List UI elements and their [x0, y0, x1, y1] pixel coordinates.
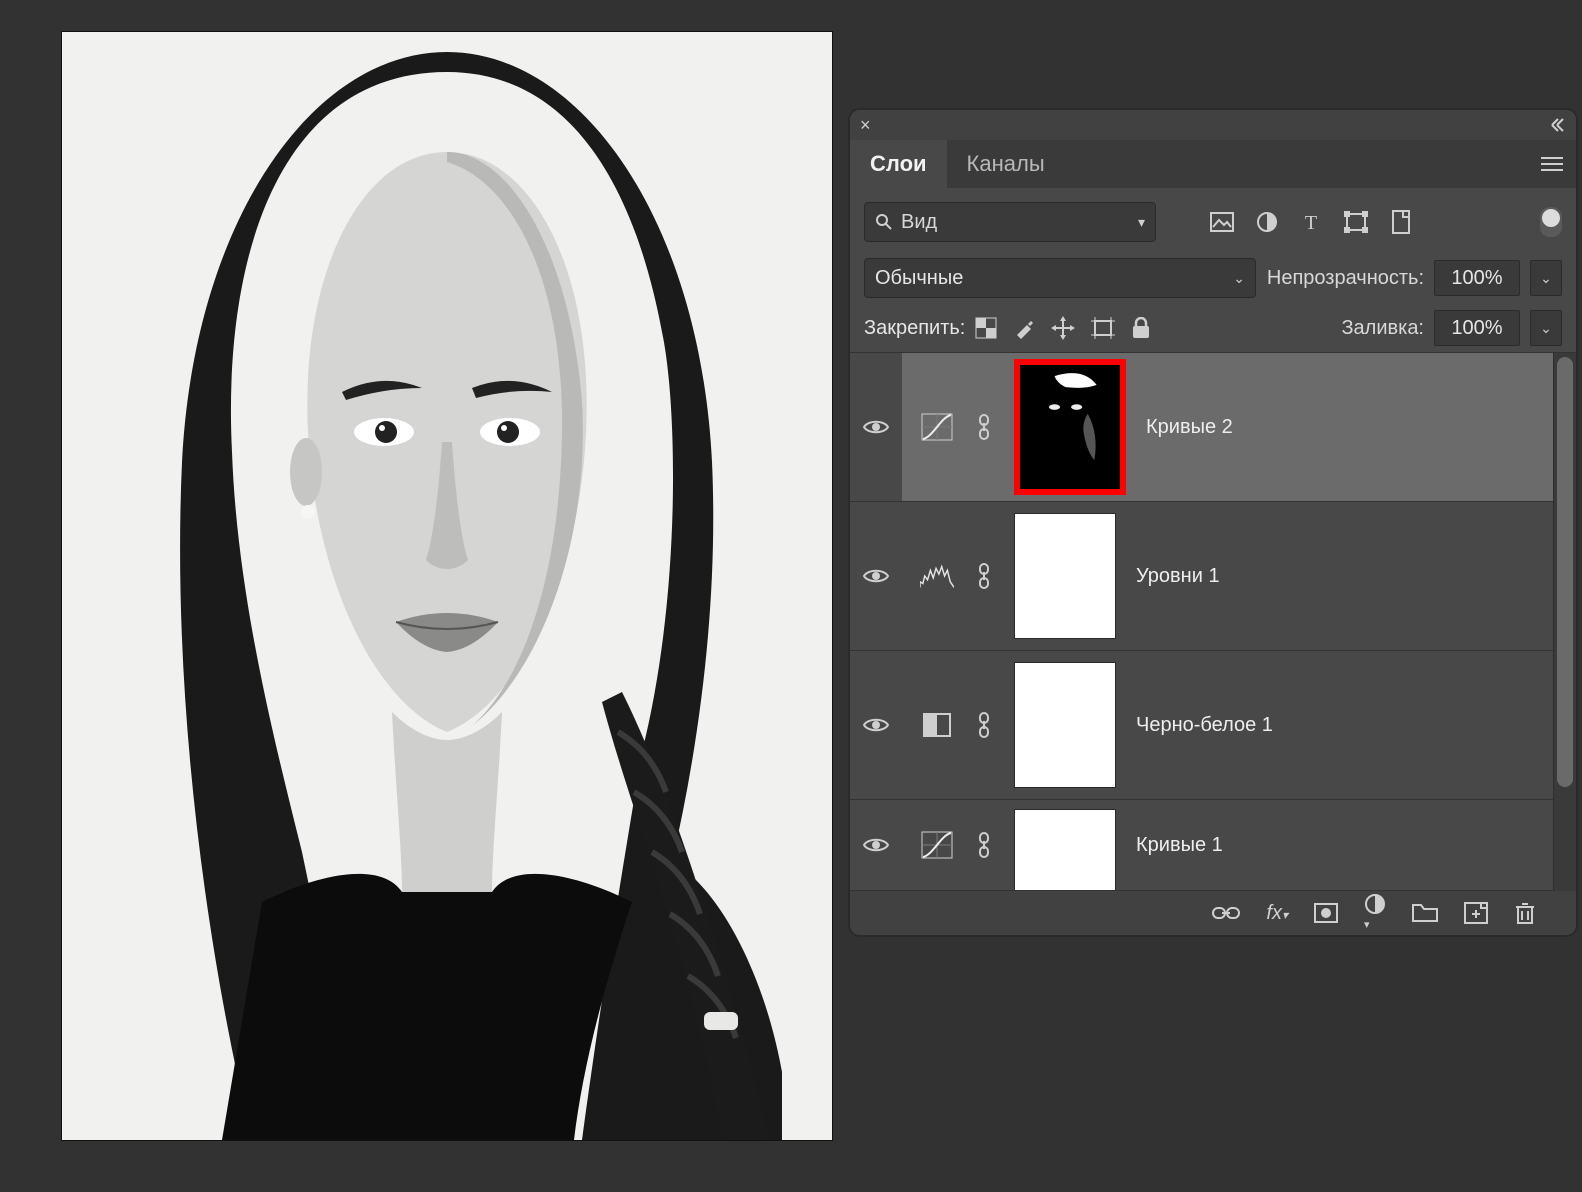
tab-channels-label: Каналы [967, 151, 1045, 177]
filter-smart-icon[interactable] [1390, 210, 1412, 234]
layer-row[interactable]: Кривые 2 [902, 353, 1553, 502]
mask-link-icon[interactable] [974, 414, 994, 440]
new-layer-icon[interactable] [1464, 902, 1488, 924]
visibility-toggle[interactable] [850, 651, 902, 800]
collapse-icon[interactable] [1546, 118, 1566, 132]
fill-value[interactable]: 100% [1434, 310, 1520, 346]
visibility-toggle[interactable] [850, 502, 902, 651]
layers-panel: × Слои Каналы Вид ▾ T Обычные [850, 110, 1576, 935]
filter-shape-icon[interactable] [1344, 211, 1368, 233]
layers-container: Кривые 2 Уровни 1 Че [850, 352, 1576, 891]
blend-mode-value: Обычные [875, 267, 963, 290]
layer-mask-thumb[interactable] [1014, 359, 1126, 495]
new-group-icon[interactable] [1412, 903, 1438, 923]
lock-row: Закрепить: Заливка: 100% ⌄ [850, 304, 1576, 352]
tab-channels[interactable]: Каналы [947, 140, 1065, 188]
layer-row[interactable]: Уровни 1 [902, 502, 1553, 651]
filter-pixel-icon[interactable] [1210, 212, 1234, 232]
mask-link-icon[interactable] [974, 712, 994, 738]
layers-bottom-toolbar: fx▾ ▾ [850, 891, 1576, 935]
curves-adjust-icon[interactable] [920, 413, 954, 441]
layer-row[interactable]: Кривые 1 [902, 800, 1553, 891]
opacity-dropdown[interactable]: ⌄ [1530, 260, 1562, 296]
visibility-column [850, 353, 902, 891]
chevron-down-icon: ⌄ [1233, 270, 1245, 287]
layer-name[interactable]: Кривые 2 [1146, 416, 1233, 439]
tab-layers[interactable]: Слои [850, 140, 947, 188]
layer-row[interactable]: Черно-белое 1 [902, 651, 1553, 800]
tab-layers-label: Слои [870, 151, 927, 177]
lock-pixels-icon[interactable] [1013, 317, 1035, 339]
link-layers-icon[interactable] [1212, 905, 1240, 921]
fill-label: Заливка: [1341, 317, 1424, 340]
panel-tabs: Слои Каналы [850, 140, 1576, 188]
panel-menu-icon[interactable] [1528, 140, 1576, 188]
delete-layer-icon[interactable] [1514, 901, 1536, 925]
layer-kind-select[interactable]: Вид ▾ [864, 202, 1156, 242]
visibility-toggle[interactable] [850, 353, 902, 502]
bw-adjust-icon[interactable] [920, 711, 954, 739]
curves-adjust-icon[interactable] [920, 831, 954, 859]
document-canvas[interactable] [62, 32, 832, 1140]
layer-fx-button[interactable]: fx▾ [1266, 902, 1288, 925]
layer-name[interactable]: Уровни 1 [1136, 565, 1220, 588]
lock-label: Закрепить: [864, 317, 965, 340]
fill-dropdown[interactable]: ⌄ [1530, 310, 1562, 346]
mask-link-icon[interactable] [974, 832, 994, 858]
layer-mask-thumb[interactable] [1014, 662, 1116, 788]
lock-position-icon[interactable] [1051, 316, 1075, 340]
layer-name[interactable]: Черно-белое 1 [1136, 714, 1273, 737]
layer-name[interactable]: Кривые 1 [1136, 834, 1223, 857]
panel-titlebar: × [850, 110, 1576, 140]
chevron-down-icon: ▾ [1138, 214, 1145, 231]
add-mask-icon[interactable] [1314, 903, 1338, 923]
layers-list: Кривые 2 Уровни 1 Че [902, 353, 1553, 891]
layer-filter-row: Вид ▾ T [850, 188, 1576, 252]
new-adjustment-icon[interactable]: ▾ [1364, 893, 1386, 933]
blend-row: Обычные ⌄ Непрозрачность: 100% ⌄ [850, 252, 1576, 304]
layer-kind-label: Вид [901, 211, 937, 234]
scrollbar-thumb[interactable] [1557, 357, 1573, 787]
mask-link-icon[interactable] [974, 563, 994, 589]
blend-mode-select[interactable]: Обычные ⌄ [864, 258, 1256, 298]
svg-text:T: T [1305, 212, 1317, 233]
lock-artboard-icon[interactable] [1091, 317, 1115, 339]
close-icon[interactable]: × [860, 116, 871, 134]
lock-all-icon[interactable] [1131, 317, 1151, 339]
layer-mask-thumb[interactable] [1014, 513, 1116, 639]
layer-mask-thumb[interactable] [1014, 809, 1116, 891]
lock-transparency-icon[interactable] [975, 317, 997, 339]
filter-type-icon[interactable]: T [1300, 211, 1322, 233]
visibility-toggle[interactable] [850, 800, 902, 891]
levels-adjust-icon[interactable] [920, 562, 954, 590]
filter-adjust-icon[interactable] [1256, 211, 1278, 233]
layers-scrollbar[interactable] [1553, 353, 1576, 891]
opacity-value[interactable]: 100% [1434, 260, 1520, 296]
filter-toggle[interactable] [1540, 207, 1562, 237]
opacity-label: Непрозрачность: [1267, 267, 1424, 290]
